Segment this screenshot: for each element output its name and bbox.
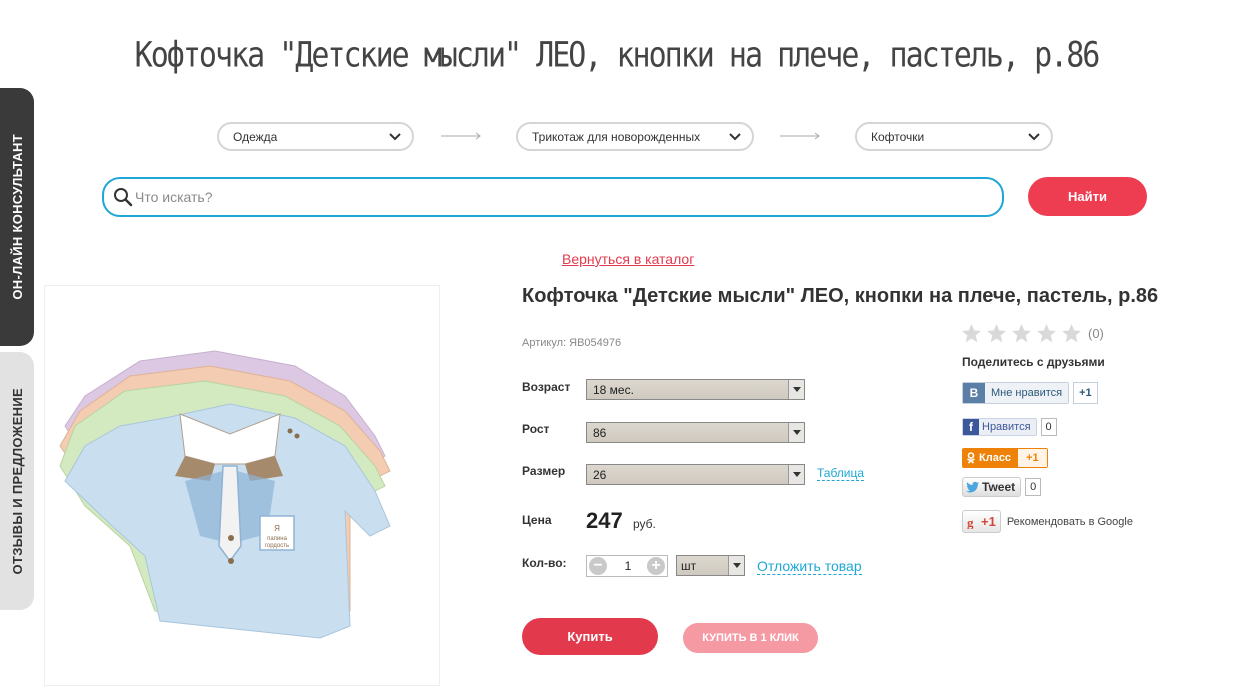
category-level1-value: Одежда [233,129,278,144]
reviews-label: ОТЗЫВЫ И ПРЕДЛОЖЕНИЕ [9,387,25,575]
facebook-like-label: Нравится [982,421,1031,433]
size-value: 26 [593,468,607,482]
dropdown-arrow-icon [788,465,804,484]
vk-share: В Мне нравится +1 [962,382,1098,404]
dropdown-arrow-icon [788,423,804,442]
vk-like-button[interactable]: В Мне нравится [962,382,1070,404]
age-select[interactable]: 18 мес. [586,379,805,400]
chevron-down-icon [1028,133,1040,141]
vk-like-count: +1 [1073,382,1098,404]
buy-button[interactable]: Купить [522,618,658,655]
dropdown-arrow-icon [728,556,744,575]
quantity-input[interactable]: 1 [609,559,647,573]
ok-class-label-wrap: Класс [962,448,1018,468]
back-to-catalog-link[interactable]: Вернуться в каталог [562,251,694,267]
unit-select[interactable]: шт [676,555,745,576]
category-level3-value: Кофточки [871,129,925,144]
star-icon[interactable] [1061,323,1082,344]
ok-class-count: +1 [1017,448,1048,468]
quantity-label: Кол-во: [522,556,567,570]
category-select-level2[interactable]: Трикотаж для новорожденных [516,122,754,151]
product-sku: Артикул: ЯВ054976 [522,337,622,349]
search-box [102,177,1004,217]
ok-share: Класс +1 [962,448,1048,468]
product-name: Кофточка "Детские мысли" ЛЕО, кнопки на … [522,285,1159,307]
size-select[interactable]: 26 [586,464,805,485]
size-table-link[interactable]: Таблица [817,466,865,481]
pocket-print-text: Я [274,524,280,533]
chevron-down-icon [729,133,741,141]
share-title: Поделитесь с друзьями [962,355,1105,369]
search-icon [114,188,133,207]
google-plus-icon: g [967,515,974,529]
google-plus-share: g +1 Рекомендовать в Google [962,510,1133,533]
svg-text:папина: папина [267,536,288,542]
online-consultant-label: ОН-ЛАЙН КОНСУЛЬТАНТ [9,134,25,300]
star-icon[interactable] [1011,323,1032,344]
facebook-share: f Нравится 0 [962,418,1057,436]
defer-product-link[interactable]: Отложить товар [757,558,862,575]
tweet-label: Tweet [982,480,1016,494]
google-plus-button[interactable]: g +1 [962,510,1001,533]
search-button[interactable]: Найти [1028,177,1147,216]
page-title: Кофточка "Детские мысли" ЛЕО, кнопки на … [134,35,1101,76]
twitter-bird-icon [966,481,979,493]
ok-class-button[interactable]: Класс +1 [962,448,1048,468]
category-select-level1[interactable]: Одежда [217,122,414,151]
quantity-increase-button[interactable]: + [647,557,665,575]
buy-one-click-button[interactable]: КУПИТЬ В 1 КЛИК [683,623,818,653]
age-label: Возраст [522,380,571,394]
facebook-like-count: 0 [1040,418,1057,436]
tweet-button[interactable]: Tweet [962,477,1022,497]
product-image[interactable]: Я папина гордость [44,285,440,686]
arrow-right-icon [441,132,481,140]
google-recommend-text: Рекомендовать в Google [1006,515,1133,528]
rating-stars[interactable]: (0) [961,323,1104,344]
twitter-share: Tweet 0 [962,477,1042,497]
online-consultant-tab[interactable]: ОН-ЛАЙН КОНСУЛЬТАНТ [0,88,34,346]
quantity-decrease-button[interactable]: − [589,557,607,575]
facebook-logo-icon: f [963,419,979,435]
google-plus-label: +1 [981,514,996,529]
unit-value: шт [681,559,697,573]
reviews-tab[interactable]: ОТЗЫВЫ И ПРЕДЛОЖЕНИЕ [0,352,34,610]
price-label: Цена [522,513,552,527]
quantity-stepper: − 1 + [586,555,668,577]
product-photo: Я папина гордость [59,350,391,639]
height-value: 86 [593,426,607,440]
svg-text:гордость: гордость [265,543,289,549]
svg-text:g: g [967,515,974,529]
vk-logo-icon: В [963,383,985,403]
size-label: Размер [522,464,566,478]
dropdown-arrow-icon [788,380,804,399]
ok-class-label: Класс [979,452,1012,464]
facebook-like-button[interactable]: f Нравится [962,418,1037,436]
rating-count: (0) [1088,326,1104,341]
category-level2-value: Трикотаж для новорожденных [532,129,701,144]
height-label: Рост [522,422,550,436]
tweet-count: 0 [1025,478,1042,496]
height-select[interactable]: 86 [586,422,805,443]
price-value: 247 [586,508,623,533]
vk-like-label: Мне нравится [985,383,1069,403]
price-currency: руб. [633,517,656,531]
arrow-right-icon [780,132,820,140]
age-value: 18 мес. [593,383,634,397]
star-icon[interactable] [961,323,982,344]
chevron-down-icon [389,133,401,141]
star-icon[interactable] [1036,323,1057,344]
category-select-level3[interactable]: Кофточки [855,122,1053,151]
star-icon[interactable] [986,323,1007,344]
search-input[interactable] [135,185,985,209]
ok-logo-icon [967,452,975,464]
